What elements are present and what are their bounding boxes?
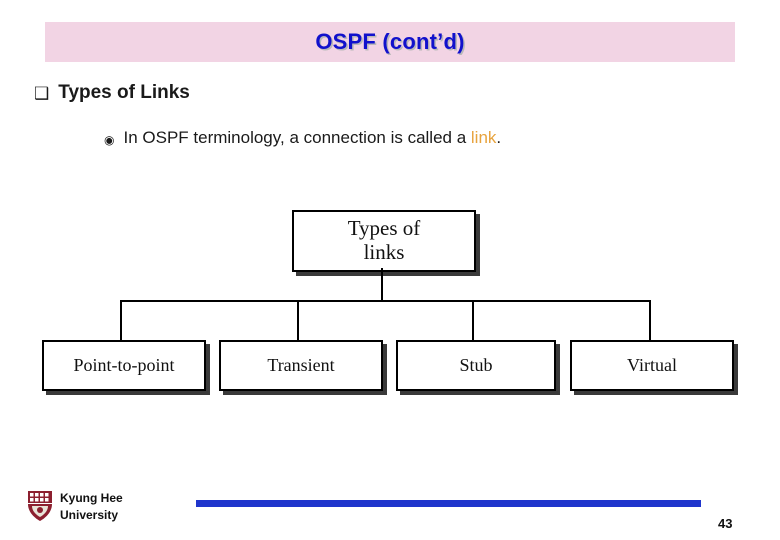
bullet-level2-text-before: In OSPF terminology, a connection is cal… — [123, 128, 471, 147]
diagram-leaf-label: Stub — [459, 355, 493, 376]
bullet-level2-text-after: . — [496, 128, 502, 147]
bullet-level2-highlight: link — [470, 128, 497, 147]
diagram-leaf-node: Point-to-point — [42, 340, 206, 391]
diagram-root-label: Types of links — [348, 217, 421, 264]
square-bullet-icon: ❑ — [34, 84, 50, 103]
slide-title-banner: OSPF (cont’d) — [45, 22, 735, 62]
footer-org-line1: Kyung Hee — [60, 491, 123, 505]
bullet-level1-label: Types of Links — [58, 82, 190, 103]
page-title: OSPF (cont’d) — [315, 29, 465, 54]
diagram-root-line2: links — [363, 240, 405, 264]
diagram-leaf-node: Virtual — [570, 340, 734, 391]
connector-drop-4 — [649, 300, 651, 340]
connector-drop-3 — [472, 300, 474, 340]
bullet-level2-label: In OSPF terminology, a connection is cal… — [123, 128, 501, 148]
footer-org-line2: University — [60, 508, 119, 523]
diagram-root-line1: Types of — [347, 216, 421, 241]
diagram-leaf-label: Virtual — [627, 355, 677, 376]
bullet-level1: ❑ Types of Links — [34, 82, 190, 104]
connector-horizontal-bar — [120, 300, 650, 302]
diagram-leaf-node: Stub — [396, 340, 556, 391]
diagram-leaf-label: Point-to-point — [73, 355, 175, 376]
footer-rule — [196, 500, 701, 507]
connector-root-stem — [381, 268, 383, 301]
university-crest-icon — [28, 491, 52, 521]
bullet-level2: ◉ In OSPF terminology, a connection is c… — [104, 128, 501, 148]
diagram-leaf-node: Transient — [219, 340, 383, 391]
types-of-links-diagram: Types of links Point-to-point Transient … — [0, 195, 780, 405]
dot-bullet-icon: ◉ — [104, 133, 115, 147]
diagram-leaf-label: Transient — [267, 355, 335, 376]
connector-drop-2 — [297, 300, 299, 340]
footer-organization: Kyung Hee University — [60, 490, 123, 525]
page-number: 43 — [718, 516, 733, 531]
connector-drop-1 — [120, 300, 122, 340]
slide-canvas: OSPF (cont’d) ❑ Types of Links ◉ In OSPF… — [0, 0, 780, 540]
diagram-root-node: Types of links — [292, 210, 476, 272]
